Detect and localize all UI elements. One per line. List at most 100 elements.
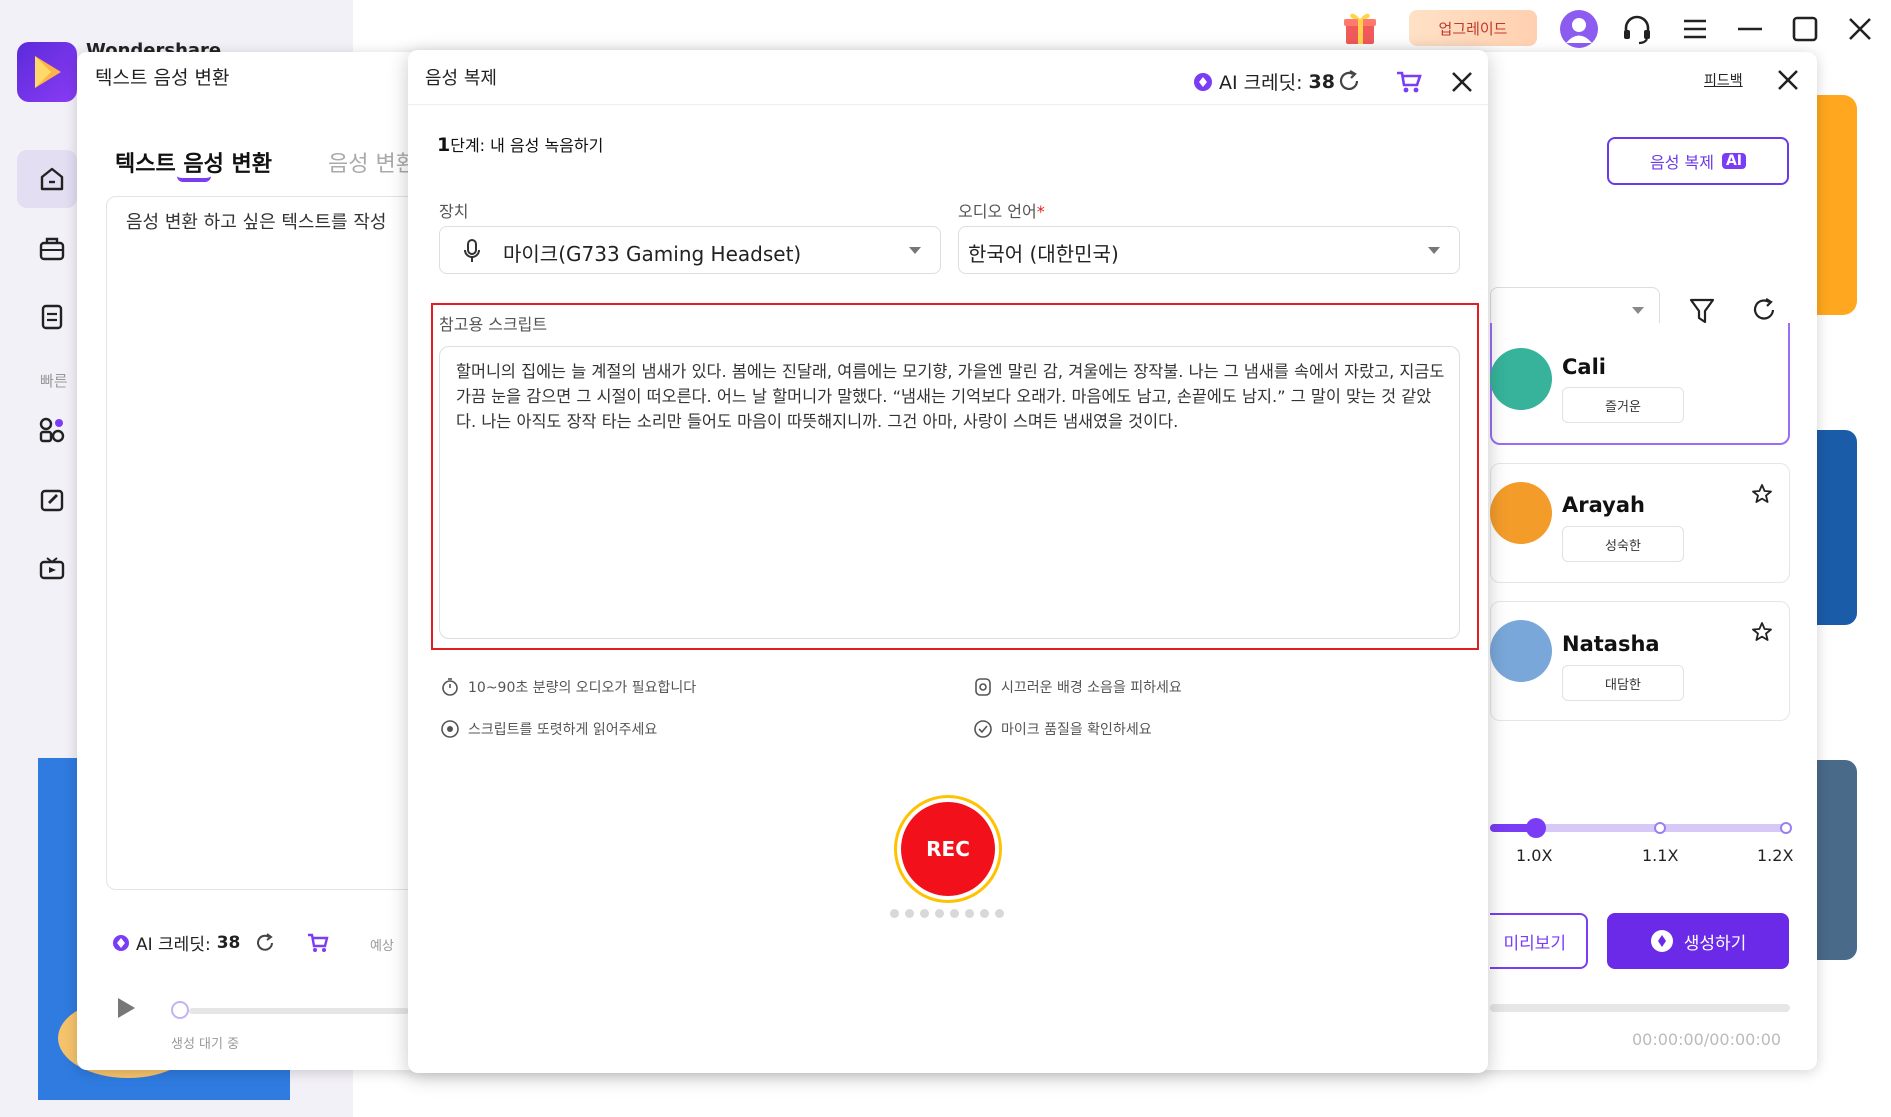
- level-dot: [890, 909, 899, 918]
- tv-icon[interactable]: [34, 551, 70, 587]
- tip-text: 마이크 품질을 확인하세요: [1001, 722, 1152, 738]
- speed-label: 1.0X: [1516, 846, 1553, 865]
- generate-label: 생성하기: [1683, 933, 1747, 954]
- vc-close-icon[interactable]: [1449, 69, 1475, 95]
- speed-tick[interactable]: [1780, 822, 1792, 834]
- home-icon[interactable]: [34, 161, 70, 197]
- tip-duration: 10~90초 분량의 오디오가 필요합니다: [440, 677, 696, 697]
- gift-icon[interactable]: [1340, 8, 1380, 48]
- tts-placeholder: 음성 변환 하고 싶은 텍스트를 작성: [126, 212, 387, 233]
- tip-text: 시끄러운 배경 소음을 피하세요: [1001, 680, 1182, 696]
- required-mark: *: [1036, 202, 1045, 221]
- tip-noise: 시끄러운 배경 소음을 피하세요: [973, 677, 1182, 697]
- level-dot: [920, 909, 929, 918]
- noise-icon: [975, 678, 991, 696]
- language-label-text: 오디오 언어: [958, 202, 1037, 221]
- document-icon[interactable]: [34, 299, 70, 335]
- vc-credit-value: 38: [1308, 70, 1335, 93]
- vc-credit-label: AI 크레딧:: [1219, 72, 1303, 94]
- level-dot: [905, 909, 914, 918]
- tts-credit-value: 38: [216, 932, 241, 953]
- level-dot: [935, 909, 944, 918]
- tts-credit: AI 크레딧: 38: [112, 930, 330, 955]
- tts-progress-handle[interactable]: [171, 1001, 189, 1019]
- voice-name: Arayah: [1562, 493, 1645, 517]
- speed-tick[interactable]: [1654, 822, 1666, 834]
- tip-text: 10~90초 분량의 오디오가 필요합니다: [468, 680, 697, 696]
- tip-mic: 마이크 품질을 확인하세요: [973, 719, 1152, 739]
- level-dot: [995, 909, 1004, 918]
- favorite-star-icon[interactable]: [1750, 482, 1774, 506]
- voice-name: Natasha: [1562, 632, 1660, 656]
- right-progress-track[interactable]: [1490, 1004, 1790, 1012]
- effects-icon[interactable]: [34, 412, 70, 448]
- voice-name: Cali: [1562, 355, 1606, 379]
- tts-credit-label: AI 크레딧:: [136, 935, 211, 955]
- menu-icon[interactable]: [1680, 14, 1710, 44]
- feedback-link[interactable]: 피드백: [1704, 70, 1743, 90]
- language-label: 오디오 언어*: [958, 198, 1045, 222]
- voice-tag: 성숙한: [1562, 526, 1684, 562]
- tts-refresh-icon[interactable]: [254, 932, 276, 954]
- voice-avatar-natasha: [1490, 620, 1552, 682]
- level-dot: [950, 909, 959, 918]
- app-logo: [17, 42, 77, 102]
- tts-progress-track[interactable]: [189, 1008, 409, 1014]
- level-dot: [980, 909, 989, 918]
- filter-icon[interactable]: [1688, 296, 1716, 326]
- voice-avatar-cali: [1490, 348, 1552, 410]
- script-label: 참고용 스크립트: [439, 315, 548, 334]
- vc-step-text: 단계: 내 음성 녹음하기: [450, 136, 604, 155]
- level-dot: [965, 909, 974, 918]
- device-label: 장치: [439, 202, 469, 221]
- speed-label: 1.1X: [1642, 846, 1679, 865]
- tab-voice-change[interactable]: 음성 변환: [328, 146, 416, 178]
- tts-cart-icon[interactable]: [306, 932, 330, 954]
- tts-status: 생성 대기 중: [171, 1037, 240, 1052]
- vc-credit: AI 크레딧: 38: [1193, 68, 1335, 95]
- play-icon[interactable]: [114, 995, 138, 1021]
- voice-tag: 즐거운: [1562, 387, 1684, 423]
- voice-tag: 대담한: [1562, 665, 1684, 701]
- tab-tts[interactable]: 텍스트 음성 변환: [115, 146, 272, 178]
- tts-close-icon[interactable]: [1775, 67, 1801, 93]
- toolbox-icon[interactable]: [34, 231, 70, 267]
- voice-clone-title: 음성 복제: [425, 68, 497, 89]
- speed-label: 1.2X: [1757, 846, 1794, 865]
- voice-clone-label: 음성 복제: [1649, 153, 1714, 172]
- vc-refresh-icon[interactable]: [1336, 68, 1362, 94]
- tts-text-input[interactable]: [106, 196, 436, 890]
- device-value: 마이크(G733 Gaming Headset): [503, 242, 802, 266]
- quick-section-label: 빠른: [40, 372, 68, 390]
- voice-avatar-arayah: [1490, 482, 1552, 544]
- vc-step-heading: 1단계: 내 음성 녹음하기: [437, 132, 603, 156]
- script-text: 할머니의 집에는 늘 계절의 냄새가 있다. 봄에는 진달래, 여름에는 모기향…: [456, 362, 1445, 431]
- user-avatar[interactable]: [1560, 10, 1598, 48]
- vc-step-number: 1: [437, 134, 451, 156]
- preview-button[interactable]: 미리보기: [1490, 913, 1588, 969]
- rec-button[interactable]: REC: [901, 802, 995, 896]
- time-readout: 00:00:00/00:00:00: [1632, 1030, 1782, 1049]
- language-value: 한국어 (대한민국): [968, 242, 1119, 266]
- edit-icon[interactable]: [34, 481, 70, 517]
- tip-text: 스크립트를 또렷하게 읽어주세요: [468, 722, 658, 738]
- tts-dialog-title: 텍스트 음성 변환: [95, 67, 230, 89]
- window-close-icon[interactable]: [1845, 14, 1875, 44]
- ai-badge: AI: [1721, 153, 1746, 169]
- vc-header-divider: [408, 104, 1488, 105]
- upgrade-button[interactable]: 업그레이드: [1409, 10, 1537, 46]
- generate-button[interactable]: 생성하기: [1607, 913, 1789, 969]
- favorite-star-icon[interactable]: [1750, 620, 1774, 644]
- check-circle-icon: [974, 720, 992, 738]
- speed-slider-handle[interactable]: [1526, 818, 1546, 838]
- tab-active-indicator: [177, 176, 211, 182]
- headset-icon[interactable]: [1620, 12, 1654, 46]
- tip-clarity: 스크립트를 또렷하게 읽어주세요: [440, 719, 657, 739]
- vc-cart-icon[interactable]: [1395, 69, 1423, 95]
- voice-clone-button[interactable]: 음성 복제 AI: [1607, 137, 1789, 185]
- tts-estimate: 예상: [370, 939, 394, 954]
- maximize-icon[interactable]: [1790, 14, 1820, 44]
- minimize-icon[interactable]: [1735, 14, 1765, 44]
- timer-icon: [442, 678, 458, 696]
- refresh-icon[interactable]: [1750, 296, 1778, 324]
